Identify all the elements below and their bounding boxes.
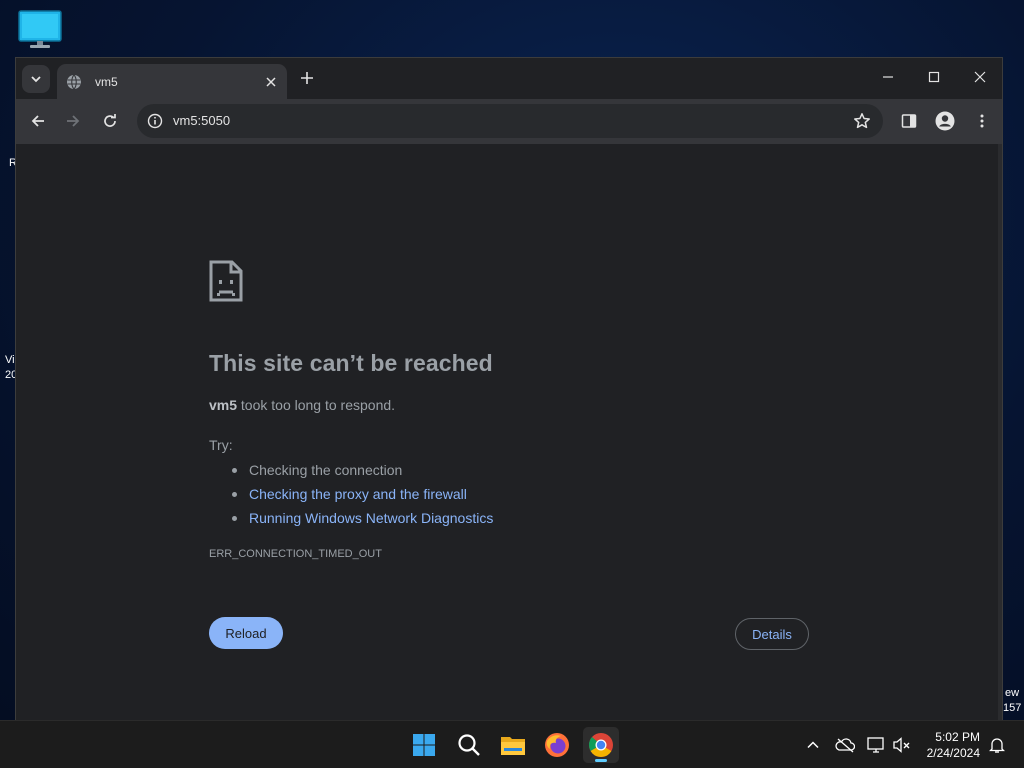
error-code: ERR_CONNECTION_TIMED_OUT xyxy=(209,548,382,560)
desktop-edge-text: ew xyxy=(1005,687,1020,699)
active-app-indicator xyxy=(595,759,607,762)
close-icon xyxy=(974,71,986,83)
maximize-button[interactable] xyxy=(920,66,948,88)
onedrive-tray-button[interactable] xyxy=(835,735,855,755)
side-panel-button[interactable] xyxy=(898,110,920,132)
browser-toolbar: vm5:5050 xyxy=(16,99,1002,144)
scrollbar[interactable] xyxy=(998,144,1002,721)
speaker-muted-icon xyxy=(893,737,910,753)
desktop-edge-text: Vi xyxy=(5,354,15,366)
close-icon xyxy=(266,76,276,87)
address-bar[interactable]: vm5:5050 xyxy=(137,104,883,138)
page-content: This site can’t be reached vm5 took too … xyxy=(16,144,1002,721)
sad-document-icon xyxy=(209,260,243,302)
search-icon xyxy=(458,734,480,756)
display-tray-button[interactable] xyxy=(867,735,887,755)
error-description-text: took too long to respond. xyxy=(237,397,396,413)
error-title: This site can’t be reached xyxy=(209,350,493,376)
chevron-up-icon xyxy=(807,741,819,749)
tab-strip: vm5 xyxy=(16,58,1002,99)
taskbar: 5:02 PM 2/24/2024 xyxy=(0,720,1024,768)
more-vertical-icon xyxy=(980,114,984,128)
show-hidden-icons-button[interactable] xyxy=(803,735,823,755)
menu-button[interactable] xyxy=(971,110,993,132)
arrow-right-icon xyxy=(67,115,80,127)
this-pc-desktop-icon[interactable] xyxy=(18,10,62,50)
back-button[interactable] xyxy=(27,110,49,132)
try-label: Try: xyxy=(209,437,233,453)
volume-tray-button[interactable] xyxy=(892,735,912,755)
firefox-button[interactable] xyxy=(539,727,575,763)
system-clock[interactable]: 5:02 PM 2/24/2024 xyxy=(927,729,980,761)
tab-title: vm5 xyxy=(95,74,118,89)
tab-close-button[interactable] xyxy=(263,74,279,90)
details-button[interactable]: Details xyxy=(735,618,809,650)
side-panel-icon xyxy=(901,114,917,128)
monitor-icon xyxy=(867,737,884,753)
start-button[interactable] xyxy=(406,727,442,763)
refresh-icon xyxy=(104,114,116,127)
globe-icon xyxy=(67,74,81,89)
arrow-left-icon xyxy=(31,115,44,127)
cloud-offline-icon xyxy=(835,738,855,753)
bell-icon xyxy=(989,738,1005,753)
windows-start-icon xyxy=(413,734,435,756)
new-tab-button[interactable] xyxy=(297,68,317,88)
error-host: vm5 xyxy=(209,397,238,413)
clock-date: 2/24/2024 xyxy=(926,746,980,760)
bookmark-star-icon[interactable] xyxy=(853,112,871,130)
plus-icon xyxy=(301,72,313,84)
suggestion-item: Checking the connection xyxy=(209,458,493,482)
browser-tab[interactable]: vm5 xyxy=(57,64,287,99)
suggestion-link-proxy-firewall[interactable]: Checking the proxy and the firewall xyxy=(209,482,493,506)
suggestion-list: Checking the connection Checking the pro… xyxy=(209,458,493,530)
taskbar-search-button[interactable] xyxy=(451,727,487,763)
close-window-button[interactable] xyxy=(966,66,994,88)
chevron-down-icon xyxy=(31,76,41,83)
tab-search-button[interactable] xyxy=(22,65,50,93)
desktop-edge-text: 157 xyxy=(1003,702,1022,714)
chrome-button[interactable] xyxy=(583,727,619,763)
maximize-icon xyxy=(928,71,940,83)
error-description: vm5 took too long to respond. xyxy=(209,397,395,413)
folder-icon xyxy=(501,737,525,755)
clock-time: 5:02 PM xyxy=(935,730,980,744)
suggestion-link-network-diagnostics[interactable]: Running Windows Network Diagnostics xyxy=(209,506,493,530)
reload-toolbar-button[interactable] xyxy=(99,110,121,132)
forward-button[interactable] xyxy=(62,110,84,132)
site-info-icon[interactable] xyxy=(147,113,163,129)
minimize-button[interactable] xyxy=(874,66,902,88)
reload-button[interactable]: Reload xyxy=(209,617,283,649)
address-url[interactable]: vm5:5050 xyxy=(173,113,230,129)
file-explorer-button[interactable] xyxy=(495,727,531,763)
minimize-icon xyxy=(883,76,893,78)
profile-button[interactable] xyxy=(934,110,956,132)
browser-window: vm5 vm5:5050 This site can’t be reached … xyxy=(15,57,1003,721)
profile-avatar-icon xyxy=(935,111,955,131)
firefox-icon xyxy=(545,733,569,757)
chrome-icon xyxy=(588,733,613,757)
notifications-button[interactable] xyxy=(987,735,1007,755)
